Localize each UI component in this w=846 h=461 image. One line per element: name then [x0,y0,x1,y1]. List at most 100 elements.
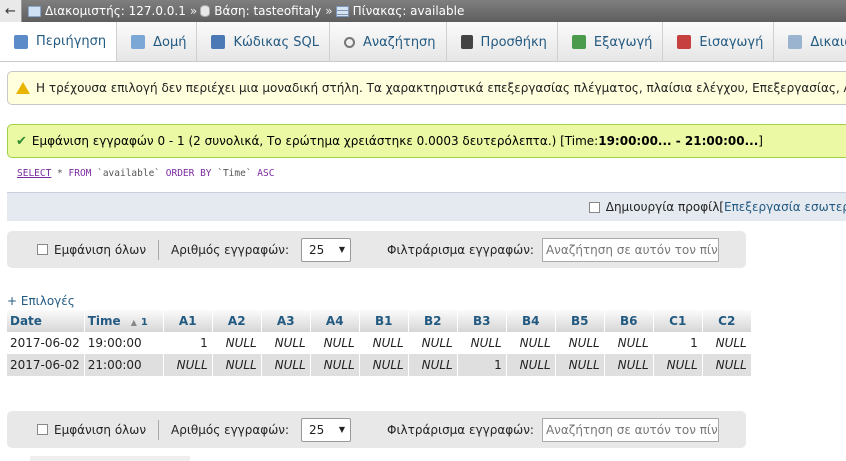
column-header-label[interactable]: B4 [522,314,540,328]
tab-privileges[interactable]: Δικαιώματα [774,22,846,61]
table-cell[interactable]: 1 [163,332,213,354]
table-cell[interactable]: NULL [310,354,360,376]
column-header-b1[interactable]: B1 [359,310,409,332]
column-header-a2[interactable]: A2 [212,310,262,332]
table-cell[interactable]: NULL [310,332,360,354]
tab-sql[interactable]: Κώδικας SQL [197,22,330,61]
column-header-label[interactable]: B1 [375,314,393,328]
column-header-b2[interactable]: B2 [408,310,458,332]
breadcrumb-table-label[interactable]: Πίνακας: available [353,4,465,18]
table-cell[interactable]: NULL [212,332,262,354]
table-cell[interactable]: NULL [359,354,409,376]
table-cell[interactable]: NULL [359,332,409,354]
table-cell[interactable]: NULL [261,354,311,376]
edit-inline-link[interactable]: Επεξεργασία εσωτερικά [724,200,846,214]
column-header-a4[interactable]: A4 [310,310,360,332]
table-row[interactable]: 2017-06-02 19:00:00 1 NULL NULL NULL NULL NULL N… [7,332,752,354]
tab-import-label: Εισαγωγή [699,34,764,50]
column-header-label[interactable]: Date [10,314,42,328]
table-cell[interactable]: NULL [604,332,654,354]
profiling-label: Δημιουργία προφίλ [605,200,720,214]
table-cell[interactable]: NULL [604,354,654,376]
browse-icon [14,34,28,49]
column-header-label[interactable]: A3 [277,314,295,328]
column-header-label[interactable]: B6 [620,314,638,328]
column-header-b5[interactable]: B5 [555,310,605,332]
show-all-label: Εμφάνιση όλων [54,422,147,437]
column-header-a1[interactable]: A1 [163,310,213,332]
column-header-label[interactable]: B2 [424,314,442,328]
column-header-b3[interactable]: B3 [457,310,507,332]
sql-select-keyword[interactable]: SELECT [17,168,51,179]
sql-order-keyword: ORDER BY [165,168,212,179]
options-link[interactable]: + Επιλογές [7,294,75,308]
tab-export-label: Εξαγωγή [593,34,653,50]
column-header-c1[interactable]: C1 [653,310,703,332]
num-rows-select[interactable]: 25 ▼ [301,237,352,262]
table-cell[interactable]: NULL [555,332,605,354]
table-cell[interactable]: NULL [261,332,311,354]
table-cell[interactable]: 2017-06-02 [7,354,85,376]
table-cell[interactable]: NULL [653,354,703,376]
tab-browse[interactable]: Περιήγηση [0,22,118,61]
table-cell[interactable]: NULL [408,332,458,354]
column-header-label[interactable]: C2 [718,314,735,328]
num-rows-select[interactable]: 25 ▼ [301,417,352,442]
column-header-label[interactable]: A2 [228,314,246,328]
table-cell[interactable]: NULL [212,354,262,376]
table-cell[interactable]: NULL [457,332,507,354]
tab-import[interactable]: Εισαγωγή [663,22,775,61]
column-header-label[interactable]: Time [88,314,121,328]
table-cell[interactable]: 1 [653,332,703,354]
breadcrumb-server[interactable]: Διακομιστής: 127.0.0.1 [28,4,186,18]
num-rows-value: 25 [309,242,325,257]
table-cell[interactable]: 21:00:00 [84,354,164,376]
tab-sql-label: Κώδικας SQL [233,34,319,50]
import-icon [677,35,692,49]
tab-export[interactable]: Εξαγωγή [558,22,664,61]
tab-insert[interactable]: Προσθήκη [447,22,558,61]
column-header-date[interactable]: Date [7,310,85,332]
column-header-a3[interactable]: A3 [261,310,311,332]
structure-icon [131,35,146,49]
breadcrumb-server-label[interactable]: Διακομιστής: 127.0.0.1 [45,4,186,18]
table-cell[interactable]: 19:00:00 [84,332,164,354]
sql-star: * [51,168,69,179]
table-cell[interactable]: 2017-06-02 [7,332,85,354]
table-cell[interactable]: NULL [506,354,556,376]
breadcrumb-table[interactable]: Πίνακας: available [335,4,465,18]
column-header-label[interactable]: B3 [473,314,491,328]
table-cell[interactable]: NULL [506,332,556,354]
show-all-checkbox[interactable] [37,424,48,435]
column-header-c2[interactable]: C2 [702,310,752,332]
breadcrumb-database[interactable]: Βάση: tasteofitaly [200,4,321,18]
show-all-checkbox[interactable] [37,244,48,255]
filter-rows-label: Φιλτράρισμα εγγραφών: [387,422,534,437]
back-arrow-icon[interactable]: ← [0,0,22,22]
filter-rows-input[interactable]: Αναζήτηση σε αυτόν τον πίνακα [541,237,719,262]
table-cell[interactable]: NULL [408,354,458,376]
table-cell[interactable]: NULL [702,332,752,354]
sort-ascending-icon[interactable]: ▲ [131,318,137,327]
sort-order-number: 1 [140,317,148,328]
divider [30,456,190,461]
column-header-b6[interactable]: B6 [604,310,654,332]
breadcrumb-database-label[interactable]: Βάση: tasteofitaly [214,4,321,18]
profiling-checkbox[interactable] [588,201,600,213]
column-header-b4[interactable]: B4 [506,310,556,332]
column-header-label[interactable]: C1 [669,314,686,328]
column-header-time[interactable]: Time ▲ 1 [84,310,164,332]
table-cell[interactable]: NULL [163,354,213,376]
column-header-label[interactable]: A1 [179,314,197,328]
tab-search[interactable]: Αναζήτηση [330,22,447,61]
column-header-label[interactable]: A4 [326,314,344,328]
tab-structure[interactable]: Δομή [117,22,198,61]
tab-browse-label: Περιήγηση [36,34,107,49]
table-cell[interactable]: NULL [702,354,752,376]
column-header-label[interactable]: B5 [571,314,589,328]
filter-rows-input[interactable]: Αναζήτηση σε αυτόν τον πίνακα [541,417,719,442]
success-close-bracket: ] [758,134,763,148]
table-cell[interactable]: 1 [457,354,507,376]
table-row[interactable]: 2017-06-02 21:00:00 NULL NULL NULL NULL NULL NU… [7,354,752,376]
table-cell[interactable]: NULL [555,354,605,376]
